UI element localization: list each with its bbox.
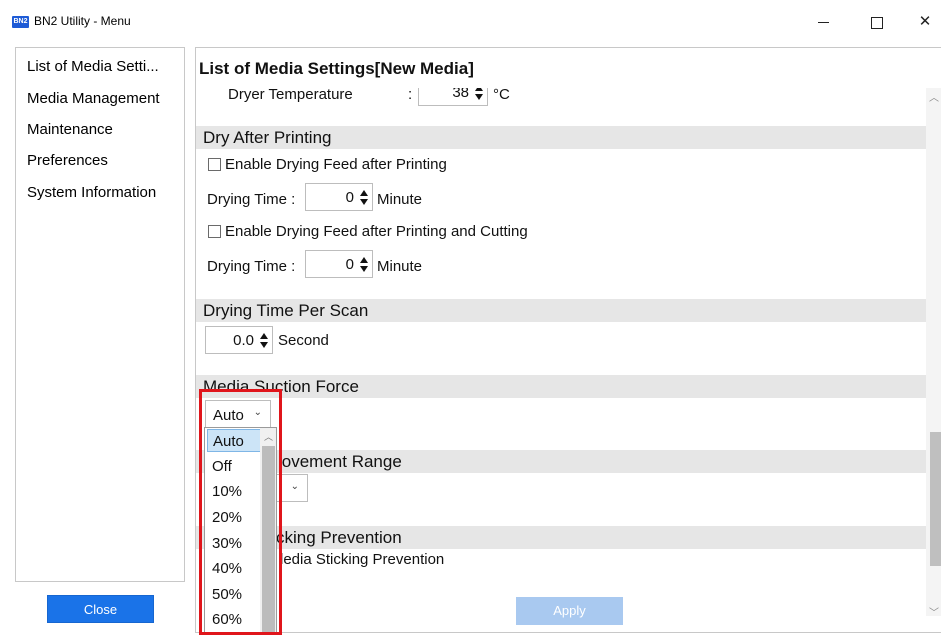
main-panel: List of Media Settings[New Media] Dryer …: [195, 47, 941, 633]
dryer-temperature-unit: °C: [493, 86, 510, 103]
dryer-temperature-colon: :: [408, 86, 413, 103]
section-title: Media Suction Force: [203, 377, 359, 396]
dropdown-option[interactable]: Auto: [207, 429, 261, 452]
dropdown-option[interactable]: 50%: [207, 583, 261, 606]
maximize-button[interactable]: [861, 10, 891, 34]
section-title: cking Prevention: [276, 528, 402, 547]
dropdown-option[interactable]: 30%: [207, 532, 261, 555]
dropdown-option[interactable]: Off: [207, 455, 261, 478]
dropdown-option[interactable]: 60%: [207, 608, 261, 631]
section-movement-range: lovement Range: [196, 450, 926, 473]
sidebar-item-media-management[interactable]: Media Management: [27, 90, 160, 107]
dropdown-scrollbar-thumb[interactable]: [262, 446, 275, 632]
dropdown-option[interactable]: 10%: [207, 480, 261, 503]
enable-drying-feed-cutting-checkbox[interactable]: [208, 225, 221, 238]
scrollbar-thumb[interactable]: [930, 432, 941, 566]
sidebar-item-maintenance[interactable]: Maintenance: [27, 121, 113, 138]
sidebar-item-list-of-media-settings[interactable]: List of Media Setti...: [27, 58, 159, 75]
drying-time-value: 0: [345, 189, 354, 206]
main-header: List of Media Settings[New Media]: [196, 48, 941, 88]
page-title: List of Media Settings[New Media]: [199, 59, 474, 78]
spin-arrows-icon[interactable]: [258, 332, 270, 349]
media-suction-force-select[interactable]: Auto ⌄: [205, 400, 271, 428]
chevron-down-icon: ⌄: [253, 407, 262, 418]
enable-drying-feed-checkbox[interactable]: [208, 158, 221, 171]
sidebar: List of Media Setti... Media Management …: [15, 47, 185, 582]
drying-time-per-scan-stepper[interactable]: 0.0: [205, 326, 273, 354]
drying-time-unit: Minute: [377, 258, 423, 275]
close-window-button[interactable]: ✕: [910, 10, 940, 34]
select-value: Auto: [213, 407, 244, 424]
dropdown-option[interactable]: 40%: [207, 557, 261, 580]
drying-time-unit: Minute: [377, 191, 423, 208]
section-sticking-prevention: cking Prevention: [196, 526, 926, 549]
scroll-down-icon[interactable]: ﹀: [929, 604, 939, 619]
section-title: Dry After Printing: [203, 128, 332, 147]
section-title: lovement Range: [278, 452, 402, 471]
spin-arrows-icon[interactable]: [358, 256, 370, 273]
close-button[interactable]: Close: [47, 595, 154, 623]
apply-button[interactable]: Apply: [516, 597, 623, 625]
media-suction-force-dropdown[interactable]: Auto Off 10% 20% 30% 40% 50% 60% ︿: [204, 427, 277, 634]
enable-drying-feed-label: Enable Drying Feed after Printing: [225, 156, 447, 173]
drying-time-label: Drying Time :: [207, 191, 296, 208]
dryer-temperature-label: Dryer Temperature: [228, 86, 353, 103]
app-icon: BN2: [12, 16, 29, 28]
drying-time-label: Drying Time :: [207, 258, 296, 275]
sidebar-item-preferences[interactable]: Preferences: [27, 152, 108, 169]
sidebar-item-system-information[interactable]: System Information: [27, 184, 156, 201]
section-dry-after-printing: Dry After Printing: [196, 126, 926, 149]
drying-time-stepper[interactable]: 0: [305, 183, 373, 211]
drying-time-per-scan-unit: Second: [278, 332, 329, 349]
drying-time-per-scan-value: 0.0: [233, 332, 254, 349]
title-bar: BN2 BN2 Utility - Menu ✕: [0, 0, 941, 44]
section-drying-time-per-scan: Drying Time Per Scan: [196, 299, 926, 322]
dropdown-option[interactable]: 20%: [207, 506, 261, 529]
section-title: Drying Time Per Scan: [203, 301, 369, 320]
section-media-suction-force: Media Suction Force: [196, 375, 926, 398]
chevron-down-icon: ⌄: [290, 481, 299, 492]
scroll-up-icon[interactable]: ︿: [929, 89, 939, 104]
drying-time-stepper-2[interactable]: 0: [305, 250, 373, 278]
spin-arrows-icon[interactable]: [358, 189, 370, 206]
window-title: BN2 Utility - Menu: [34, 14, 131, 28]
drying-time-value: 0: [345, 256, 354, 273]
sticking-prevention-label: ledia Sticking Prevention: [280, 551, 445, 568]
minimize-button[interactable]: [808, 10, 838, 34]
enable-drying-feed-cutting-label: Enable Drying Feed after Printing and Cu…: [225, 223, 528, 240]
scroll-up-icon[interactable]: ︿: [264, 430, 273, 443]
